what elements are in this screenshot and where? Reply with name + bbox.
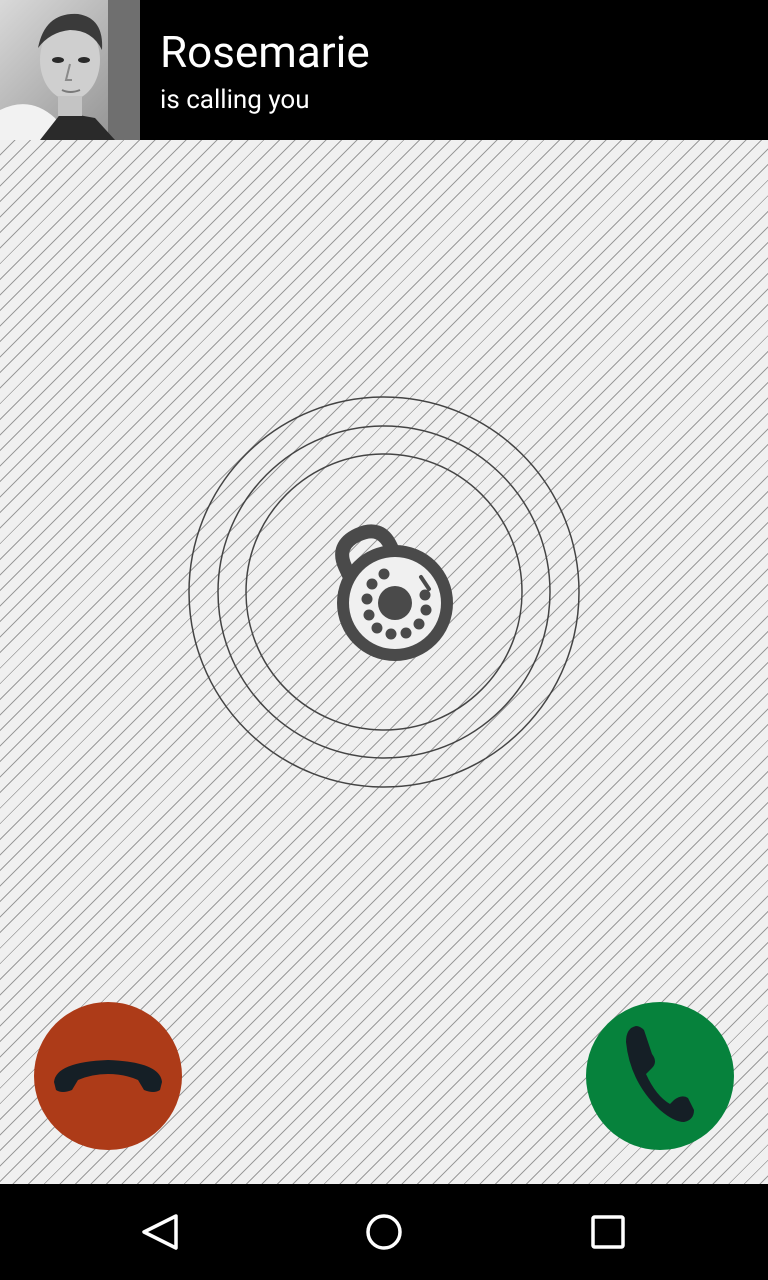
decline-call-button[interactable]: [34, 1002, 182, 1150]
home-button[interactable]: [354, 1202, 414, 1262]
phone-answer-icon: [626, 1026, 694, 1122]
rotary-dial-lock-icon: [335, 524, 453, 661]
recent-apps-square-icon: [591, 1215, 625, 1249]
home-circle-icon: [366, 1214, 402, 1250]
calling-status: is calling you: [160, 85, 310, 115]
back-triangle-icon: [142, 1214, 178, 1250]
incoming-call-area: [0, 140, 768, 1184]
unlock-handle[interactable]: [309, 511, 459, 671]
system-navigation-bar: [0, 1184, 768, 1280]
caller-header: Rosemarie is calling you: [0, 0, 768, 140]
caller-avatar: [0, 0, 140, 140]
caller-photo-icon: [0, 0, 140, 140]
recent-apps-button[interactable]: [578, 1202, 638, 1262]
accept-call-button[interactable]: [586, 1002, 734, 1150]
caller-name: Rosemarie: [160, 26, 370, 78]
hang-up-icon: [54, 1060, 162, 1092]
back-button[interactable]: [130, 1202, 190, 1262]
